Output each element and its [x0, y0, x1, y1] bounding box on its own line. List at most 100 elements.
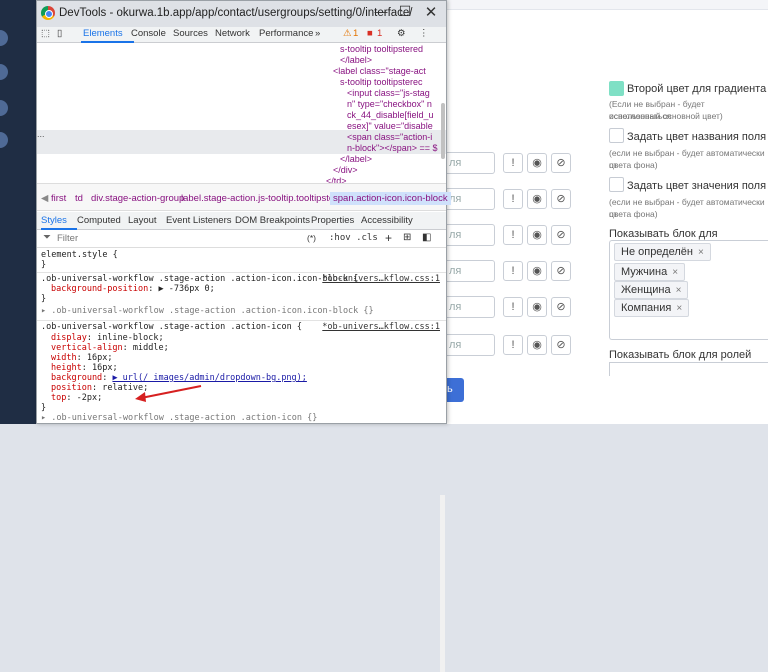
info-icon[interactable]: !: [503, 261, 523, 281]
css-property[interactable]: position: [51, 383, 92, 393]
save-button[interactable]: ь: [447, 378, 464, 402]
tab-performance[interactable]: Performance: [259, 28, 313, 39]
breadcrumb-item[interactable]: td: [75, 193, 83, 204]
kebab-menu-icon[interactable]: ⋮: [419, 28, 429, 39]
device-toolbar-icon[interactable]: ▯: [57, 28, 62, 39]
css-value[interactable]: inline-block;: [97, 333, 164, 343]
node-ellipsis[interactable]: ...: [37, 128, 45, 140]
hover-state-icon[interactable]: (*): [307, 233, 316, 243]
tab-sources[interactable]: Sources: [173, 28, 208, 39]
eye-icon[interactable]: ◉: [527, 297, 547, 317]
toggle-element-state-icon[interactable]: ⊞: [403, 232, 411, 243]
rule-source-link[interactable]: *ob-univers…kflow.css:1: [322, 322, 440, 333]
eye-icon[interactable]: ◉: [527, 225, 547, 245]
eye-icon[interactable]: ◉: [527, 153, 547, 173]
css-declaration[interactable]: top: -2px;: [51, 393, 103, 404]
filter-input[interactable]: Filter: [57, 233, 78, 244]
css-value[interactable]: middle;: [133, 343, 169, 353]
eye-icon[interactable]: ◉: [527, 335, 547, 355]
css-declaration[interactable]: background-position: ▶ -736px 0;: [51, 284, 215, 295]
css-property[interactable]: width: [51, 353, 77, 363]
close-icon[interactable]: ✕: [420, 3, 442, 21]
css-property[interactable]: background: [51, 373, 102, 383]
tag-label: Женщина: [621, 284, 671, 296]
block-icon[interactable]: ⊘: [551, 153, 571, 173]
tab-computed[interactable]: Computed: [77, 215, 121, 226]
tab-accessibility[interactable]: Accessibility: [361, 215, 413, 226]
tag-remove-icon[interactable]: ×: [672, 267, 678, 278]
tab-layout[interactable]: Layout: [128, 215, 157, 226]
block-icon[interactable]: ⊘: [551, 189, 571, 209]
css-value[interactable]: ▶ -736px 0;: [158, 284, 214, 294]
value-color-checkbox[interactable]: [609, 177, 624, 192]
tab-properties[interactable]: Properties: [311, 215, 354, 226]
info-icon[interactable]: !: [503, 225, 523, 245]
breadcrumb-item[interactable]: div.stage-action-group: [91, 193, 184, 204]
sidebar-nav-icon[interactable]: [0, 64, 8, 80]
more-tabs-icon[interactable]: »: [315, 28, 320, 39]
option-hint: цвета фона): [609, 209, 658, 219]
tab-console[interactable]: Console: [131, 28, 166, 39]
tag-remove-icon[interactable]: ×: [676, 285, 682, 296]
computed-sidebar-icon[interactable]: ◧: [422, 232, 431, 243]
breadcrumb-scroll-left-icon[interactable]: ◀: [41, 193, 48, 204]
rule-selector[interactable]: .ob-universal-workflow .stage-action .ac…: [41, 322, 302, 333]
roles-select[interactable]: [609, 362, 768, 376]
block-icon[interactable]: ⊘: [551, 225, 571, 245]
css-property[interactable]: background-position: [51, 284, 148, 294]
hov-cls-toggles[interactable]: :hov .cls: [329, 233, 378, 243]
minimize-icon[interactable]: —: [370, 4, 392, 19]
label-color-checkbox[interactable]: [609, 128, 624, 143]
field-name-input[interactable]: ля: [447, 260, 495, 282]
css-property[interactable]: height: [51, 363, 82, 373]
styles-scrollbar[interactable]: [440, 495, 445, 672]
tag-remove-icon[interactable]: ×: [676, 303, 682, 314]
tab-styles[interactable]: Styles: [41, 215, 67, 226]
tag-remove-icon[interactable]: ×: [698, 247, 704, 258]
tab-network[interactable]: Network: [215, 28, 250, 39]
tab-event-listeners[interactable]: Event Listeners: [166, 215, 231, 226]
rule-selector[interactable]: element.style {: [41, 250, 118, 261]
dom-tree[interactable]: s-tooltip tooltipstered </label> <label …: [37, 43, 446, 183]
info-icon[interactable]: !: [503, 335, 523, 355]
new-rule-icon[interactable]: +: [385, 231, 392, 245]
css-value[interactable]: 16px;: [92, 363, 118, 373]
settings-gear-icon[interactable]: ⚙: [397, 28, 406, 39]
maximize-icon[interactable]: ☐: [394, 3, 416, 20]
css-value[interactable]: 16px;: [87, 353, 113, 363]
inherited-rule[interactable]: ▸ .ob-universal-workflow .stage-action .…: [41, 413, 317, 424]
inherited-rule[interactable]: ▸ .ob-universal-workflow .stage-action .…: [41, 306, 374, 317]
rule-source-link[interactable]: *ob-univers…kflow.css:1: [322, 274, 440, 285]
dom-scrollbar[interactable]: [441, 103, 445, 159]
field-name-input[interactable]: ля: [447, 224, 495, 246]
block-icon[interactable]: ⊘: [551, 261, 571, 281]
field-name-input[interactable]: ля: [447, 152, 495, 174]
breadcrumb-item[interactable]: label.stage-action.js-tooltip.tooltipste…: [181, 193, 348, 204]
info-icon[interactable]: !: [503, 189, 523, 209]
block-icon[interactable]: ⊘: [551, 297, 571, 317]
breadcrumb-item-selected[interactable]: span.action-icon.icon-block: [330, 192, 451, 205]
sidebar-nav-icon[interactable]: [0, 132, 8, 148]
css-property[interactable]: display: [51, 333, 87, 343]
eye-icon[interactable]: ◉: [527, 261, 547, 281]
css-value[interactable]: -2px;: [77, 393, 103, 403]
block-icon[interactable]: ⊘: [551, 335, 571, 355]
tab-dom-breakpoints[interactable]: DOM Breakpoints: [235, 215, 310, 226]
breadcrumb-item[interactable]: first: [51, 193, 66, 204]
gradient-color-swatch[interactable]: [609, 81, 624, 96]
inspect-element-icon[interactable]: ⬚: [41, 28, 50, 39]
field-name-input[interactable]: ля: [447, 296, 495, 318]
sidebar-nav-icon[interactable]: [0, 100, 8, 116]
css-property[interactable]: top: [51, 393, 66, 403]
tab-elements[interactable]: Elements: [83, 28, 123, 39]
info-icon[interactable]: !: [503, 297, 523, 317]
field-name-input[interactable]: ля: [447, 334, 495, 356]
error-count[interactable]: 1: [377, 28, 382, 39]
sidebar-nav-icon[interactable]: [0, 30, 8, 46]
field-name-input[interactable]: ля: [447, 188, 495, 210]
warning-count[interactable]: 1: [353, 28, 358, 39]
dom-line[interactable]: </td>: [326, 175, 347, 183]
css-property[interactable]: vertical-align: [51, 343, 123, 353]
eye-icon[interactable]: ◉: [527, 189, 547, 209]
info-icon[interactable]: !: [503, 153, 523, 173]
